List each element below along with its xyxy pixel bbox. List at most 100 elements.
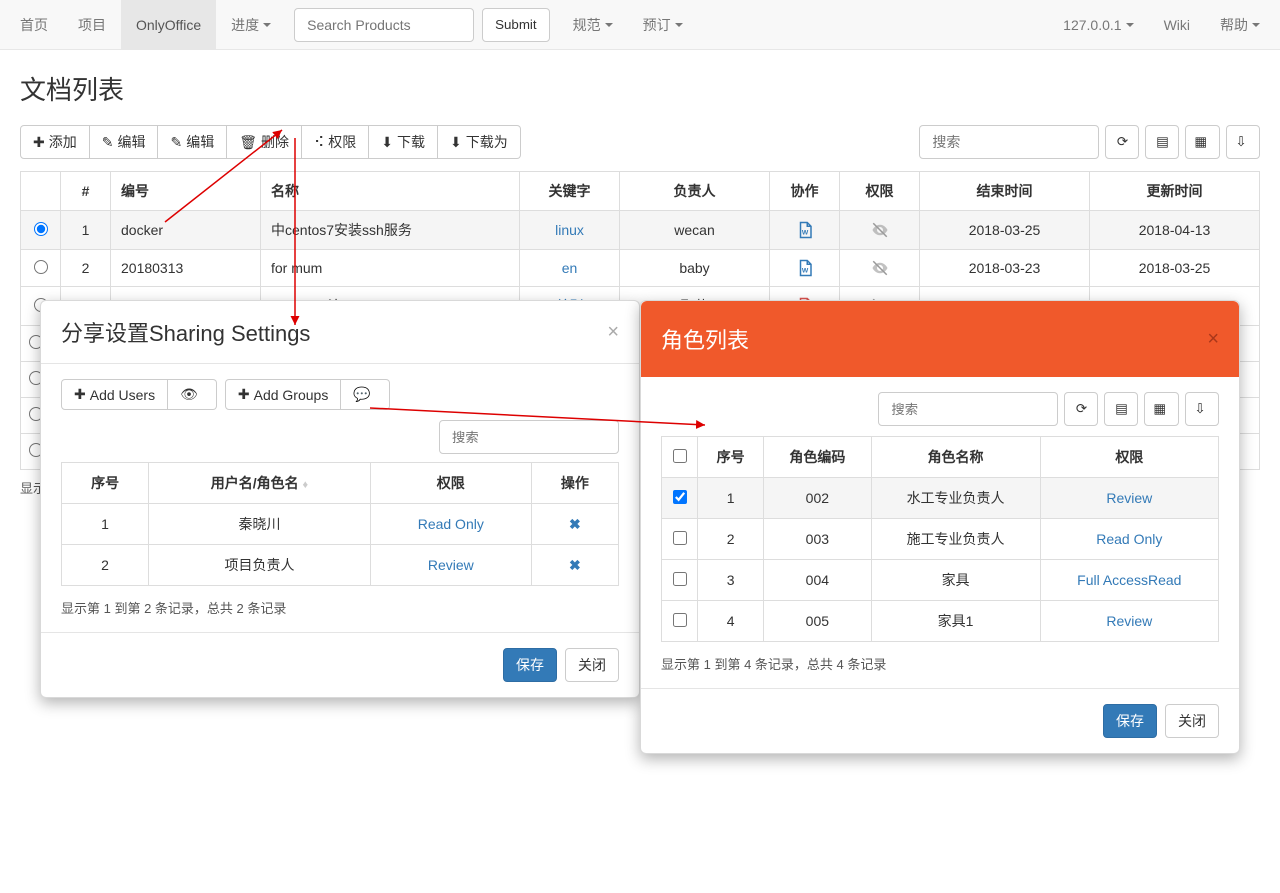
toggle-button[interactable]: ▤ [1145,125,1179,159]
table-row[interactable]: 1 docker 中centos7安装ssh服务 linux wecan W 2… [21,211,1260,250]
cell-seq: 2 [698,519,764,560]
refresh-icon: ⟳ [1117,134,1128,150]
remove-button[interactable]: ✖ [569,516,581,532]
row-checkbox[interactable] [673,572,687,586]
table-row[interactable]: 2 20180313 for mum en baby W 2018-03-23 … [21,250,1260,287]
chat-button[interactable]: 💬 [341,379,389,410]
col-owner[interactable]: 负责人 [620,172,770,211]
keyword-link[interactable]: en [562,260,578,276]
table-row[interactable]: 2 项目负责人 Review ✖ [62,545,619,586]
nav-progress[interactable]: 进度 [216,0,286,50]
row-radio[interactable] [34,260,48,274]
roles-save-button[interactable]: 保存 [1103,704,1157,738]
export-button[interactable]: ⇩ [1226,125,1260,159]
perm-icon[interactable] [840,211,920,250]
cell-code: docker [111,211,261,250]
perm-link[interactable]: Review [1106,613,1152,629]
columns-button[interactable]: ▦ [1185,125,1220,159]
row-checkbox[interactable] [673,613,687,627]
cell-seq: 1 [698,478,764,519]
col-code[interactable]: 角色编码 [764,437,871,478]
visibility-button[interactable]: 👁 [168,379,217,410]
perm-icon[interactable] [840,250,920,287]
table-search-input[interactable] [919,125,1099,159]
perm-link[interactable]: Review [428,557,474,573]
col-code[interactable]: 编号 [111,172,261,211]
col-keyword[interactable]: 关键字 [520,172,620,211]
remove-button[interactable]: ✖ [569,557,581,573]
col-perm[interactable]: 权限 [1040,437,1218,478]
add-users-button[interactable]: ✚Add Users [61,379,168,410]
roles-columns-button[interactable]: ▦ [1144,392,1179,426]
roles-toggle-button[interactable]: ▤ [1104,392,1138,426]
perm-link[interactable]: Read Only [1096,531,1162,547]
delete-button[interactable]: 🗑删除 [227,125,302,159]
nav-wiki[interactable]: Wiki [1149,0,1205,50]
col-upd[interactable]: 更新时间 [1090,172,1260,211]
col-name[interactable]: 角色名称 [871,437,1040,478]
nav-search-input[interactable] [294,8,474,42]
edit-button[interactable]: ✎编辑 [90,125,159,159]
table-row[interactable]: 2 003 施工专业负责人 Read Only [662,519,1219,560]
table-row[interactable]: 1 秦晓川 Read Only ✖ [62,504,619,545]
sharing-close-button[interactable]: 关闭 [565,648,619,682]
nav-project[interactable]: 项目 [63,0,121,50]
cell-code: 002 [764,478,871,519]
roles-refresh-button[interactable]: ⟳ [1064,392,1098,426]
add-groups-button[interactable]: ✚Add Groups [225,379,341,410]
roles-search-input[interactable] [878,392,1058,426]
perm-link[interactable]: Read Only [418,516,484,532]
roles-export-button[interactable]: ⇩ [1185,392,1219,426]
cell-name: 家具1 [871,601,1040,642]
nav-reserve[interactable]: 预订 [628,0,698,50]
row-checkbox[interactable] [673,490,687,504]
row-checkbox[interactable] [673,531,687,545]
perm-link[interactable]: Full AccessRead [1077,572,1181,588]
table-row[interactable]: 1 002 水工专业负责人 Review [662,478,1219,519]
perm-link[interactable]: Review [1106,490,1152,506]
col-check[interactable] [662,437,698,478]
sharing-modal-close[interactable]: × [607,321,619,344]
table-row[interactable]: 4 005 家具1 Review [662,601,1219,642]
download-button[interactable]: ⬇下载 [369,125,438,159]
eye-icon: 👁 [180,386,198,403]
coop-icon[interactable]: W [770,211,840,250]
nav-onlyoffice[interactable]: OnlyOffice [121,0,216,50]
edit2-button[interactable]: ✎编辑 [158,125,227,159]
col-seq[interactable]: 序号 [698,437,764,478]
roles-close-button[interactable]: 关闭 [1165,704,1219,738]
nav-help[interactable]: 帮助 [1205,0,1275,50]
download-as-button[interactable]: ⬇下载为 [438,125,521,159]
col-action[interactable]: 操作 [531,463,618,504]
col-seq[interactable]: 序号 [62,463,149,504]
cell-num: 1 [61,211,111,250]
permission-button[interactable]: ⠪权限 [302,125,369,159]
sharing-table: 序号 用户名/角色名 ♦ 权限 操作 1 秦晓川 Read Only ✖ 2 项… [61,462,619,586]
nav-home[interactable]: 首页 [5,0,63,50]
col-coop[interactable]: 协作 [770,172,840,211]
keyword-link[interactable]: linux [555,222,584,238]
nav-search-submit[interactable]: Submit [482,8,549,42]
download-icon: ⬇ [450,134,462,151]
col-end[interactable]: 结束时间 [920,172,1090,211]
roles-modal-close[interactable]: × [1207,328,1219,351]
nav-host[interactable]: 127.0.0.1 [1048,0,1148,50]
roles-select-all[interactable] [673,449,687,463]
cell-code: 005 [764,601,871,642]
add-button[interactable]: ✚添加 [20,125,90,159]
sharing-save-button[interactable]: 保存 [503,648,557,682]
row-radio[interactable] [34,222,48,236]
table-row[interactable]: 3 004 家具 Full AccessRead [662,560,1219,601]
sharing-search-input[interactable] [439,420,619,454]
col-perm[interactable]: 权限 [840,172,920,211]
cell-seq: 4 [698,601,764,642]
coop-icon[interactable]: W [770,250,840,287]
col-perm[interactable]: 权限 [370,463,531,504]
cell-owner: wecan [620,211,770,250]
col-user-role[interactable]: 用户名/角色名 ♦ [149,463,371,504]
col-num[interactable]: # [61,172,111,211]
col-name[interactable]: 名称 [261,172,520,211]
refresh-button[interactable]: ⟳ [1105,125,1139,159]
cell-num: 2 [61,250,111,287]
nav-spec[interactable]: 规范 [558,0,628,50]
